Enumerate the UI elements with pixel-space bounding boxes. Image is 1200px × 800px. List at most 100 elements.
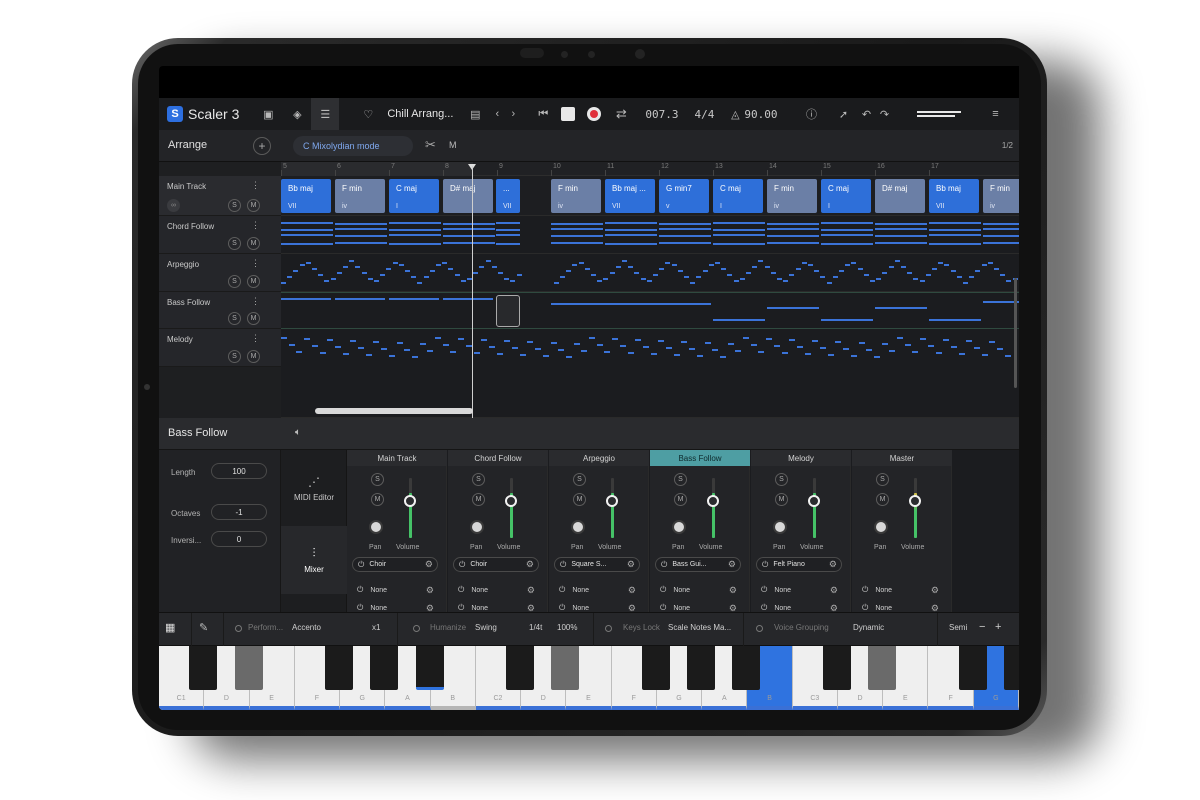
speaker-icon[interactable]: 🔈︎ xyxy=(295,427,301,438)
loop-icon[interactable]: ⇄ xyxy=(609,98,633,130)
channel-mute-button[interactable]: M xyxy=(371,493,384,506)
solo-button[interactable]: S xyxy=(228,237,241,250)
power-icon[interactable]: ⏻ xyxy=(660,585,666,595)
previous-icon[interactable]: ‹ xyxy=(489,98,505,130)
scale-mode-selector[interactable]: C Mixolydian mode xyxy=(293,136,413,156)
tab-mixer[interactable]: ⫶ Mixer xyxy=(281,526,347,594)
mute-button[interactable]: M xyxy=(247,199,260,212)
save-icon[interactable]: ▤ xyxy=(467,98,483,130)
perform-multiplier[interactable]: x1 xyxy=(372,623,380,632)
volume-fader-handle[interactable] xyxy=(808,495,820,507)
settings-gear-icon[interactable]: ⚙ xyxy=(729,585,737,596)
power-icon[interactable]: ⏻ xyxy=(862,585,868,595)
melody-lane[interactable] xyxy=(281,329,1019,418)
folder-icon[interactable]: ▣ xyxy=(253,98,283,130)
mute-button[interactable]: M xyxy=(247,312,260,325)
chord-block[interactable]: F min iv xyxy=(767,179,817,213)
channel-name[interactable]: Melody xyxy=(751,450,851,466)
tempo-readout[interactable]: 90.00 xyxy=(744,108,777,121)
channel-solo-button[interactable]: S xyxy=(472,473,485,486)
settings-gear-icon[interactable]: ⚙ xyxy=(527,585,535,596)
piano-black-key[interactable] xyxy=(234,646,263,690)
pan-knob[interactable] xyxy=(470,520,484,534)
power-icon[interactable]: ⏻ xyxy=(762,560,768,570)
channel-mute-button[interactable]: M xyxy=(674,493,687,506)
piano-black-key[interactable] xyxy=(687,646,716,690)
selected-region[interactable] xyxy=(496,295,520,327)
piano-black-key[interactable] xyxy=(551,646,580,690)
power-icon[interactable]: ⏻ xyxy=(661,560,667,570)
power-icon[interactable]: ⏻ xyxy=(357,585,363,595)
humanize-style[interactable]: Swing xyxy=(475,623,497,632)
settings-gear-icon[interactable]: ⚙ xyxy=(627,559,635,570)
chord-block[interactable]: G min7 v xyxy=(659,179,709,213)
channel-solo-button[interactable]: S xyxy=(371,473,384,486)
power-icon[interactable]: ⏻ xyxy=(761,585,767,595)
link-icon[interactable]: ∞ xyxy=(167,199,180,212)
add-track-button[interactable]: + xyxy=(253,137,271,155)
power-icon[interactable]: ⏻ xyxy=(458,585,464,595)
channel-name[interactable]: Chord Follow xyxy=(448,450,548,466)
chord-block[interactable]: Bb maj VII xyxy=(281,179,331,213)
effect-slot[interactable]: ⏻ None ⚙ xyxy=(655,584,741,596)
volume-fader-handle[interactable] xyxy=(505,495,517,507)
length-field[interactable]: 100 xyxy=(211,463,267,479)
settings-gear-icon[interactable]: ⚙ xyxy=(829,559,837,570)
piano-black-key[interactable] xyxy=(822,646,851,690)
track-header[interactable]: Bass Follow ⋮ S M xyxy=(159,292,281,329)
pan-knob[interactable] xyxy=(874,520,888,534)
piano-black-key[interactable] xyxy=(370,646,399,690)
scissors-icon[interactable]: ✂ xyxy=(425,137,436,153)
keys-lock-mode[interactable]: Scale Notes Ma... xyxy=(668,623,731,632)
volume-fader-handle[interactable] xyxy=(707,495,719,507)
settings-gear-icon[interactable]: ⚙ xyxy=(628,585,636,596)
chord-block[interactable]: ... VII xyxy=(496,179,520,213)
semi-plus-button[interactable]: + xyxy=(995,621,1001,633)
mute-button[interactable]: M xyxy=(247,350,260,363)
humanize-amount[interactable]: 100% xyxy=(557,623,577,632)
guitar-icon[interactable]: ✎ xyxy=(199,621,208,634)
time-signature[interactable]: 4/4 xyxy=(694,108,714,121)
piano-black-key[interactable] xyxy=(189,646,218,690)
piano-black-key[interactable] xyxy=(641,646,670,690)
timeline-ruler[interactable]: 5 6 7 8 9 10 11 12 13 14 15 16 17 xyxy=(281,162,1019,176)
bass-follow-lane[interactable] xyxy=(281,292,1019,329)
effect-slot[interactable]: ⏻ None ⚙ xyxy=(756,584,842,596)
power-icon[interactable]: ⏻ xyxy=(560,560,566,570)
volume-fader-handle[interactable] xyxy=(404,495,416,507)
channel-mute-button[interactable]: M xyxy=(573,493,586,506)
export-arrow-icon[interactable]: ➚ xyxy=(833,98,853,130)
chord-block[interactable]: C maj I xyxy=(821,179,871,213)
keyboard-icon[interactable]: ▦ xyxy=(165,621,175,634)
channel-solo-button[interactable]: S xyxy=(775,473,788,486)
mute-button[interactable]: M xyxy=(247,275,260,288)
channel-name[interactable]: Master xyxy=(852,450,952,466)
solo-button[interactable]: S xyxy=(228,312,241,325)
track-header[interactable]: Main Track ⋮ S M ∞ xyxy=(159,176,281,216)
piano-black-key[interactable] xyxy=(868,646,897,690)
track-options-icon[interactable]: ⋮ xyxy=(251,180,260,191)
humanize-toggle[interactable] xyxy=(413,625,420,632)
perform-toggle[interactable] xyxy=(235,625,242,632)
pan-knob[interactable] xyxy=(571,520,585,534)
piano-black-key[interactable] xyxy=(958,646,987,690)
track-options-icon[interactable]: ⋮ xyxy=(251,296,260,307)
chord-block[interactable]: F min iv xyxy=(335,179,385,213)
next-icon[interactable]: › xyxy=(505,98,521,130)
track-options-icon[interactable]: ⋮ xyxy=(251,220,260,231)
track-header[interactable]: Melody ⋮ S M xyxy=(159,329,281,367)
piano-black-key[interactable] xyxy=(1004,646,1019,690)
voice-grouping-toggle[interactable] xyxy=(756,625,763,632)
effect-slot[interactable]: ⏻ None ⚙ xyxy=(554,584,640,596)
piano-black-key[interactable] xyxy=(506,646,535,690)
main-track-lane[interactable]: Bb maj VII F min iv C maj I D# maj... VII F min i… xyxy=(281,176,1019,216)
channel-solo-button[interactable]: S xyxy=(674,473,687,486)
volume-fader-handle[interactable] xyxy=(909,495,921,507)
instrument-selector[interactable]: ⏻ Choir ⚙ xyxy=(453,557,539,572)
effect-slot[interactable]: ⏻ None ⚙ xyxy=(352,584,438,596)
solo-button[interactable]: S xyxy=(228,199,241,212)
solo-button[interactable]: S xyxy=(228,350,241,363)
track-options-icon[interactable]: ⋮ xyxy=(251,258,260,269)
arrange-view-icon[interactable]: ☰ xyxy=(311,98,340,130)
stop-button[interactable] xyxy=(561,107,576,121)
